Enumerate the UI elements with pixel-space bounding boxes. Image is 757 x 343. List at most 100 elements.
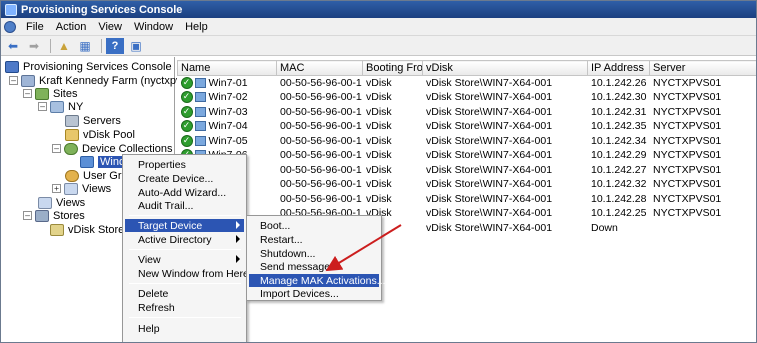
column-header-server[interactable]: Server xyxy=(649,60,756,76)
table-header-row: Name MAC Booting From vDisk IP Address S… xyxy=(177,60,756,76)
column-header-name[interactable]: Name xyxy=(177,60,277,76)
help-icon[interactable]: ? xyxy=(106,37,124,54)
collapse-toggle[interactable]: – xyxy=(9,76,18,85)
menu-item-active-directory[interactable]: Active Directory xyxy=(125,233,244,246)
views-icon xyxy=(64,182,78,195)
collapse-toggle[interactable]: – xyxy=(38,102,47,111)
column-header-mac[interactable]: MAC xyxy=(276,60,363,76)
up-folder-icon[interactable]: ▲ xyxy=(55,38,73,54)
submenu-item-send-message[interactable]: Send message... xyxy=(249,260,379,273)
stores-icon xyxy=(35,209,49,222)
check-icon: ✓ xyxy=(180,91,193,104)
check-icon: ✓ xyxy=(180,134,193,147)
submenu-arrow-icon xyxy=(236,221,240,229)
submenu-item-manage-mak-activations[interactable]: Manage MAK Activations... xyxy=(249,274,385,287)
toolbar-separator xyxy=(50,38,51,53)
store-icon xyxy=(50,223,64,236)
submenu-arrow-icon xyxy=(236,255,240,263)
tree-node-farm[interactable]: – Kraft Kennedy Farm (nyctxpvs01) xyxy=(9,74,203,87)
menu-view[interactable]: View xyxy=(92,18,128,36)
vdisk-pool-icon xyxy=(65,128,79,141)
device-icon xyxy=(194,78,206,88)
menu-item-create-device[interactable]: Create Device... xyxy=(125,172,244,185)
back-arrow-icon[interactable]: ⬅ xyxy=(4,38,22,54)
tree-node-servers[interactable]: Servers xyxy=(65,114,121,127)
menu-window[interactable]: Window xyxy=(128,18,179,36)
submenu-item-restart[interactable]: Restart... xyxy=(249,233,379,246)
menu-file[interactable]: File xyxy=(20,18,50,36)
collection-icon xyxy=(80,155,94,168)
tree-node-sites[interactable]: – Sites xyxy=(23,87,77,100)
title-bar: Provisioning Services Console xyxy=(1,1,756,18)
menu-item-auto-add-wizard[interactable]: Auto-Add Wizard... xyxy=(125,186,244,199)
context-menu: Properties Create Device... Auto-Add Wiz… xyxy=(122,154,249,342)
table-row[interactable]: ✓Win7-06 00-50-56-96-00-16 vDisk vDisk S… xyxy=(178,148,757,163)
table-row[interactable]: ✓ 00-50-56-96-00-19 vDisk vDisk Store\WI… xyxy=(178,192,757,207)
tree-node-site-ny[interactable]: – NY xyxy=(38,100,83,113)
menu-separator xyxy=(129,215,241,216)
servers-icon xyxy=(65,114,79,127)
console-icon xyxy=(5,60,19,73)
table-row[interactable]: ✓ Win7-05 00-50-56-96-00-15 vDisk vDisk S… xyxy=(178,134,757,149)
check-icon: ✓ xyxy=(180,77,193,89)
menu-item-view[interactable]: View xyxy=(125,253,244,266)
farm-icon xyxy=(21,74,35,87)
console-window: Provisioning Services Console File Actio… xyxy=(0,0,757,343)
table-row[interactable]: ✓ Win7-04 00-50-56-96-00-14 vDisk vDisk S… xyxy=(178,119,757,134)
menu-item-refresh[interactable]: Refresh xyxy=(125,301,244,314)
device-icon xyxy=(194,135,206,146)
tree-node-farm-views[interactable]: Views xyxy=(38,196,85,209)
table-row[interactable]: ✓ Win7-02 00-50-56-96-00-11 vDisk vDisk S… xyxy=(178,90,757,105)
column-header-ip-address[interactable]: IP Address xyxy=(587,60,650,76)
tree-node-stores[interactable]: – Stores xyxy=(23,209,85,222)
menu-separator xyxy=(129,249,241,250)
submenu-item-boot[interactable]: Boot... xyxy=(249,219,379,232)
device-icon xyxy=(194,106,206,117)
menu-bar: File Action View Window Help xyxy=(1,18,756,36)
properties-icon[interactable]: ▣ xyxy=(127,38,145,54)
submenu-item-import-devices[interactable]: Import Devices... xyxy=(249,287,379,300)
sites-icon xyxy=(35,87,49,100)
menu-help[interactable]: Help xyxy=(179,18,214,36)
menu-item-help[interactable]: Help xyxy=(125,322,244,335)
tree-node-vdisk-store[interactable]: vDisk Store xyxy=(50,223,124,236)
menu-item-properties[interactable]: Properties xyxy=(125,158,244,171)
expand-toggle[interactable]: + xyxy=(52,184,61,193)
collapse-toggle[interactable]: – xyxy=(23,211,32,220)
device-icon xyxy=(194,121,206,132)
menu-item-audit-trail[interactable]: Audit Trail... xyxy=(125,199,244,212)
show-tree-icon[interactable]: ▦ xyxy=(76,38,94,54)
collapse-toggle[interactable]: – xyxy=(52,144,61,153)
device-table: Name MAC Booting From vDisk IP Address S… xyxy=(177,60,757,235)
submenu-arrow-icon xyxy=(236,235,240,243)
menu-separator xyxy=(129,283,241,284)
user-group-icon xyxy=(65,169,79,182)
menu-action[interactable]: Action xyxy=(50,18,93,36)
table-row[interactable]: ✓ 00-50-56-96-00-17 vDisk vDisk Store\WI… xyxy=(178,163,757,178)
table-row[interactable]: ✓ Win7-03 00-50-56-96-00-12 vDisk vDisk S… xyxy=(178,105,757,120)
collapse-toggle[interactable]: – xyxy=(23,89,32,98)
target-device-submenu: Boot... Restart... Shutdown... Send mess… xyxy=(246,215,385,301)
menu-item-target-device[interactable]: Target Device xyxy=(125,219,244,232)
forward-arrow-icon[interactable]: ➡ xyxy=(25,38,43,54)
table-row[interactable]: ✓ 00-50-56-96-00-18 vDisk vDisk Store\WI… xyxy=(178,177,757,192)
provisioning-console-icon xyxy=(5,3,17,16)
check-icon: ✓ xyxy=(180,120,193,133)
menu-separator xyxy=(129,317,241,318)
system-menu-icon[interactable] xyxy=(4,20,16,33)
views-icon xyxy=(38,196,52,209)
device-icon xyxy=(194,92,206,103)
toolbar-separator xyxy=(101,38,102,53)
device-collections-icon xyxy=(64,142,78,155)
submenu-item-shutdown[interactable]: Shutdown... xyxy=(249,247,379,260)
menu-item-new-window[interactable]: New Window from Here xyxy=(125,267,249,280)
tree-node-console[interactable]: Provisioning Services Console xyxy=(5,60,172,73)
check-icon: ✓ xyxy=(180,105,193,118)
table-row[interactable]: ✓ Win7-01 00-50-56-96-00-10 vDisk vDisk S… xyxy=(178,76,757,91)
tree-node-vdisk-pool[interactable]: vDisk Pool xyxy=(65,128,135,141)
menu-item-delete[interactable]: Delete xyxy=(125,287,244,300)
column-header-vdisk[interactable]: vDisk xyxy=(422,60,588,76)
site-icon xyxy=(50,100,64,113)
tree-node-site-views[interactable]: + Views xyxy=(52,182,111,195)
column-header-booting-from[interactable]: Booting From xyxy=(362,60,423,76)
